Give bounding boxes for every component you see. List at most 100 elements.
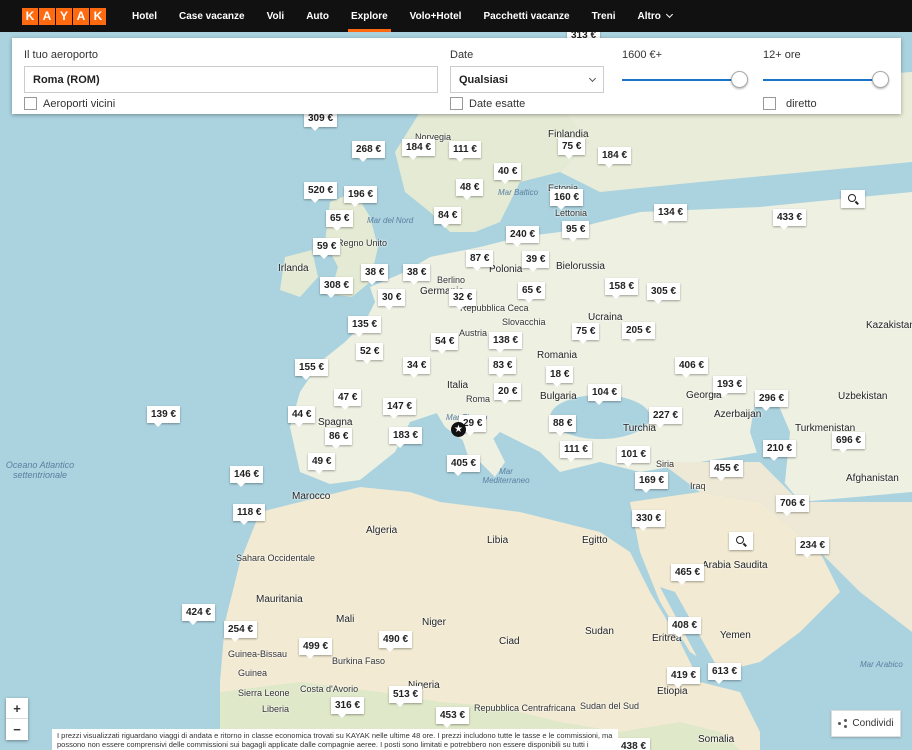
price-marker[interactable]: 419 €: [667, 667, 701, 688]
price-marker[interactable]: 210 €: [763, 440, 797, 461]
airport-input[interactable]: Roma (ROM): [24, 66, 438, 93]
nav-item-voli[interactable]: Voli: [256, 0, 296, 32]
nav-item-altro[interactable]: Altro: [627, 0, 683, 32]
price-marker[interactable]: 34 €: [403, 357, 431, 378]
price-marker[interactable]: 95 €: [562, 221, 590, 242]
nav-item-explore[interactable]: Explore: [340, 0, 399, 32]
price-marker[interactable]: 696 €: [832, 432, 866, 453]
price-marker[interactable]: 39 €: [522, 251, 550, 272]
price-marker[interactable]: 20 €: [494, 383, 522, 404]
price-marker[interactable]: 433 €: [773, 209, 807, 230]
price-marker[interactable]: 147 €: [383, 398, 417, 419]
price-marker[interactable]: 65 €: [518, 282, 546, 303]
price-marker[interactable]: 32 €: [449, 289, 477, 310]
price-marker[interactable]: 139 €: [147, 406, 181, 427]
price-marker[interactable]: 86 €: [325, 428, 353, 449]
nearby-airports-checkbox[interactable]: Aeroporti vicini: [24, 97, 115, 110]
explore-map[interactable]: Finlandia Norvegia Estonia Lettonia Biel…: [0, 32, 912, 750]
price-marker[interactable]: 408 €: [668, 617, 702, 638]
price-marker[interactable]: 40 €: [494, 163, 522, 184]
price-marker[interactable]: 183 €: [389, 427, 423, 448]
price-marker[interactable]: 138 €: [489, 332, 523, 353]
price-marker[interactable]: 424 €: [182, 604, 216, 625]
direct-checkbox[interactable]: diretto: [763, 97, 817, 110]
price-marker[interactable]: 305 €: [647, 283, 681, 304]
price-marker[interactable]: 44 €: [288, 406, 316, 427]
price-marker[interactable]: 87 €: [466, 250, 494, 271]
price-marker[interactable]: 118 €: [233, 504, 266, 525]
origin-star-marker[interactable]: ★: [451, 422, 466, 437]
price-marker[interactable]: 88 €: [549, 415, 577, 436]
zoom-out-button[interactable]: −: [6, 719, 28, 740]
price-marker[interactable]: 54 €: [431, 333, 459, 354]
price-marker[interactable]: 706 €: [776, 495, 810, 516]
checkbox-box[interactable]: [450, 97, 463, 110]
price-marker[interactable]: 111 €: [560, 441, 592, 462]
duration-slider-thumb[interactable]: [872, 71, 889, 88]
price-marker[interactable]: 59 €: [313, 238, 341, 259]
price-marker[interactable]: 465 €: [671, 564, 705, 585]
nav-item-volo-hotel[interactable]: Volo+Hotel: [399, 0, 473, 32]
price-marker[interactable]: 38 €: [361, 264, 389, 285]
price-marker[interactable]: 75 €: [558, 138, 586, 159]
price-marker[interactable]: 18 €: [546, 366, 574, 387]
price-marker[interactable]: 438 €: [617, 738, 651, 750]
price-marker[interactable]: 205 €: [622, 322, 656, 343]
share-button[interactable]: Condividi: [831, 710, 901, 737]
price-marker[interactable]: 499 €: [299, 638, 333, 659]
price-slider-thumb[interactable]: [731, 71, 748, 88]
price-marker[interactable]: 184 €: [402, 139, 436, 160]
price-marker[interactable]: 234 €: [796, 537, 830, 558]
price-marker[interactable]: 48 €: [456, 179, 484, 200]
price-marker[interactable]: 134 €: [654, 204, 688, 225]
price-marker[interactable]: 316 €: [331, 697, 365, 718]
price-marker[interactable]: 455 €: [710, 460, 744, 481]
price-marker[interactable]: 52 €: [356, 343, 384, 364]
price-marker[interactable]: 47 €: [334, 389, 362, 410]
nav-item-pacchetti[interactable]: Pacchetti vacanze: [472, 0, 580, 32]
date-select[interactable]: Qualsiasi: [450, 66, 604, 93]
price-marker[interactable]: 405 €: [447, 455, 481, 476]
price-marker[interactable]: 75 €: [572, 323, 600, 344]
price-marker[interactable]: 30 €: [378, 289, 406, 310]
kayak-logo[interactable]: K A Y A K: [22, 7, 107, 25]
nav-item-auto[interactable]: Auto: [295, 0, 340, 32]
price-marker[interactable]: 520 €: [304, 182, 338, 203]
price-marker[interactable]: 83 €: [489, 357, 517, 378]
price-marker[interactable]: 38 €: [403, 264, 431, 285]
search-icon[interactable]: [729, 532, 753, 550]
price-marker[interactable]: 193 €: [713, 376, 747, 397]
nav-item-treni[interactable]: Treni: [581, 0, 627, 32]
price-marker[interactable]: 240 €: [506, 226, 540, 247]
exact-dates-checkbox[interactable]: Date esatte: [450, 97, 525, 110]
price-marker[interactable]: 184 €: [598, 147, 632, 168]
search-icon[interactable]: [841, 190, 865, 208]
price-marker[interactable]: 158 €: [605, 278, 639, 299]
price-slider[interactable]: [622, 70, 748, 90]
zoom-in-button[interactable]: +: [6, 698, 28, 719]
price-marker[interactable]: 268 €: [352, 141, 386, 162]
price-marker[interactable]: 513 €: [389, 686, 423, 707]
price-marker[interactable]: 135 €: [348, 316, 382, 337]
price-marker[interactable]: 111 €: [449, 141, 481, 162]
price-marker[interactable]: 227 €: [649, 407, 683, 428]
price-marker[interactable]: 84 €: [434, 207, 462, 228]
price-marker[interactable]: 104 €: [588, 384, 622, 405]
price-marker[interactable]: 613 €: [708, 663, 742, 684]
price-marker[interactable]: 169 €: [635, 472, 669, 493]
checkbox-box[interactable]: [24, 97, 37, 110]
price-marker[interactable]: 155 €: [295, 359, 329, 380]
nav-item-hotel[interactable]: Hotel: [121, 0, 168, 32]
price-marker[interactable]: 308 €: [320, 277, 354, 298]
duration-slider[interactable]: [763, 70, 889, 90]
price-marker[interactable]: 160 €: [550, 189, 584, 210]
price-marker[interactable]: 330 €: [632, 510, 666, 531]
checkbox-box[interactable]: [763, 97, 776, 110]
price-marker[interactable]: 490 €: [379, 631, 413, 652]
price-marker[interactable]: 254 €: [224, 621, 258, 642]
price-marker[interactable]: 65 €: [326, 210, 354, 231]
price-marker[interactable]: 296 €: [755, 390, 789, 411]
price-marker[interactable]: 453 €: [436, 707, 470, 728]
price-marker[interactable]: 196 €: [344, 186, 378, 207]
price-marker[interactable]: 49 €: [308, 453, 336, 474]
